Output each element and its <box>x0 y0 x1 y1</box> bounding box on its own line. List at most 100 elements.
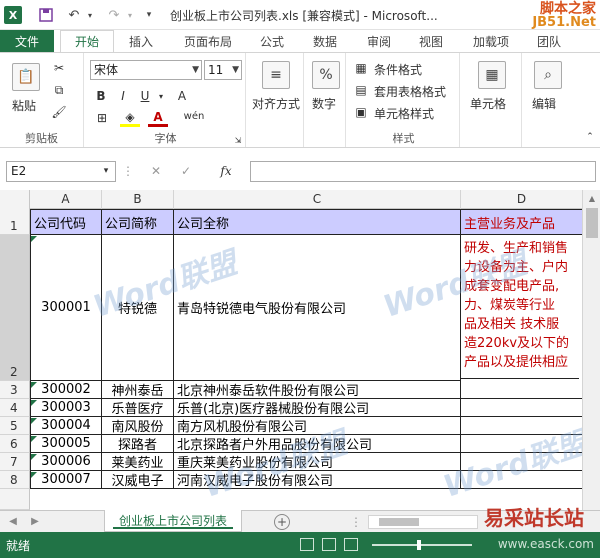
paste-label[interactable]: 粘贴 <box>12 97 36 114</box>
row-header-7[interactable]: 7 <box>0 453 30 471</box>
font-size-combo[interactable]: 11 ▼ <box>204 60 242 80</box>
full-name-cell[interactable]: 乐普(北京)医疗器械股份有限公司 <box>174 399 461 417</box>
paste-icon[interactable]: 📋 <box>12 63 40 91</box>
page-layout-view-icon[interactable] <box>322 538 336 551</box>
short-name-cell[interactable]: 乐普医疗 <box>102 399 174 417</box>
full-name-cell[interactable]: 北京神州泰岳软件股份有限公司 <box>174 381 461 399</box>
bold-button[interactable]: B <box>92 87 110 105</box>
header-cell[interactable]: 公司简称 <box>102 209 174 235</box>
italic-button[interactable]: I <box>114 87 132 105</box>
code-cell[interactable]: 300006 <box>30 453 102 471</box>
binoculars-icon[interactable]: ⌕ <box>534 61 562 89</box>
alignment-icon[interactable]: ≡ <box>262 61 290 89</box>
sheet-tab[interactable]: 创业板上市公司列表 <box>104 510 242 532</box>
row-header-3[interactable]: 3 <box>0 381 30 399</box>
horizontal-scrollbar[interactable] <box>368 515 478 529</box>
redo-dropdown-icon[interactable]: ▾ <box>124 5 136 25</box>
short-name-cell[interactable]: 南风股份 <box>102 417 174 435</box>
code-cell[interactable]: 300003 <box>30 399 102 417</box>
row-header-1[interactable]: 1 <box>0 209 30 235</box>
font-name-combo[interactable]: 宋体 ▼ <box>90 60 202 80</box>
zoom-slider[interactable] <box>372 540 472 550</box>
tab-view[interactable]: 视图 <box>408 30 454 52</box>
header-cell[interactable]: 公司全称 <box>174 209 461 235</box>
borders-icon[interactable]: ⊞ <box>92 109 112 127</box>
tab-addins[interactable]: 加载项 <box>462 30 520 52</box>
column-header-c[interactable]: C <box>174 190 461 209</box>
grow-font-button[interactable]: A <box>172 87 192 105</box>
cell-style-button[interactable]: 单元格样式 <box>374 105 434 122</box>
table-format-button[interactable]: 套用表格格式 <box>374 83 446 100</box>
tab-page-layout[interactable]: 页面布局 <box>172 30 244 52</box>
tab-team[interactable]: 团队 <box>528 30 570 52</box>
tab-file[interactable]: 文件 <box>0 30 54 52</box>
code-cell[interactable]: 300007 <box>30 471 102 489</box>
select-all-corner[interactable] <box>0 190 30 209</box>
tab-home[interactable]: 开始 <box>60 30 114 52</box>
next-sheet-icon[interactable]: ▶ <box>28 514 42 530</box>
header-cell[interactable]: 公司代码 <box>30 209 102 235</box>
code-cell[interactable]: 300001 <box>30 235 102 381</box>
short-name-cell[interactable]: 汉威电子 <box>102 471 174 489</box>
code-cell[interactable]: 300002 <box>30 381 102 399</box>
chevron-down-icon[interactable]: ▼ <box>232 61 239 79</box>
vertical-scrollbar[interactable]: ▲ <box>582 190 600 510</box>
scroll-up-icon[interactable]: ▲ <box>586 192 598 204</box>
worksheet-grid[interactable]: A B C D 1 2 3 4 5 6 7 8 公司代码 公司简称 公司全称 主… <box>0 190 600 510</box>
tab-splitter-icon[interactable]: ⋮ <box>350 515 362 529</box>
vertical-scroll-thumb[interactable] <box>586 208 598 238</box>
chevron-down-icon[interactable]: ▼ <box>192 61 199 79</box>
copy-icon[interactable]: ⧉ <box>50 81 68 99</box>
column-header-b[interactable]: B <box>102 190 174 209</box>
number-label[interactable]: 数字 <box>312 95 336 112</box>
conditional-format-button[interactable]: 条件格式 <box>374 61 422 78</box>
page-break-view-icon[interactable] <box>344 538 358 551</box>
header-cell[interactable]: 主营业务及产品 <box>461 209 582 235</box>
font-color-icon[interactable]: A <box>148 109 168 127</box>
editing-label[interactable]: 编辑 <box>532 95 556 112</box>
horizontal-scroll-thumb[interactable] <box>379 518 419 526</box>
customize-toolbar-icon[interactable]: ▾ <box>142 5 156 25</box>
normal-view-icon[interactable] <box>300 538 314 551</box>
row-header-5[interactable]: 5 <box>0 417 30 435</box>
underline-button[interactable]: U <box>136 87 154 105</box>
row-header-6[interactable]: 6 <box>0 435 30 453</box>
cell-style-icon[interactable]: ▣ <box>352 103 370 121</box>
row-header-2[interactable]: 2 <box>0 235 30 381</box>
font-dialog-launcher-icon[interactable]: ⇲ <box>233 135 243 145</box>
row-header-9[interactable] <box>0 489 30 510</box>
alignment-label[interactable]: 对齐方式 <box>252 95 300 112</box>
insert-function-icon[interactable]: fx <box>216 163 236 179</box>
tab-review[interactable]: 审阅 <box>356 30 402 52</box>
column-header-a[interactable]: A <box>30 190 102 209</box>
zoom-slider-knob[interactable] <box>417 540 421 550</box>
formula-input[interactable] <box>250 161 596 182</box>
cells-icon[interactable]: ▦ <box>478 61 506 89</box>
conditional-format-icon[interactable]: ▦ <box>352 59 370 77</box>
tab-data[interactable]: 数据 <box>302 30 348 52</box>
underline-dropdown-icon[interactable]: ▾ <box>156 87 166 105</box>
short-name-cell[interactable]: 神州泰岳 <box>102 381 174 399</box>
fill-color-icon[interactable]: ◈ <box>120 109 140 127</box>
undo-dropdown-icon[interactable]: ▾ <box>84 5 96 25</box>
enter-icon[interactable]: ✓ <box>178 163 194 179</box>
business-cell[interactable] <box>461 381 582 399</box>
code-cell[interactable]: 300005 <box>30 435 102 453</box>
save-icon[interactable] <box>36 5 56 25</box>
redo-icon[interactable]: ↷ <box>104 5 124 25</box>
code-cell[interactable]: 300004 <box>30 417 102 435</box>
cells-label[interactable]: 单元格 <box>470 95 506 112</box>
add-sheet-button[interactable]: + <box>274 514 290 530</box>
column-header-d[interactable]: D <box>461 190 582 209</box>
collapse-ribbon-icon[interactable]: ⌃ <box>584 131 596 143</box>
name-box-dropdown-icon[interactable]: ▾ <box>100 164 112 178</box>
cut-icon[interactable]: ✂ <box>50 59 68 77</box>
tab-formulas[interactable]: 公式 <box>250 30 294 52</box>
business-cell[interactable] <box>461 399 582 417</box>
short-name-cell[interactable]: 莱美药业 <box>102 453 174 471</box>
prev-sheet-icon[interactable]: ◀ <box>6 514 20 530</box>
undo-icon[interactable]: ↶ <box>64 5 84 25</box>
phonetic-button[interactable]: wén <box>182 107 206 125</box>
row-header-8[interactable]: 8 <box>0 471 30 489</box>
percent-icon[interactable]: % <box>312 61 340 89</box>
